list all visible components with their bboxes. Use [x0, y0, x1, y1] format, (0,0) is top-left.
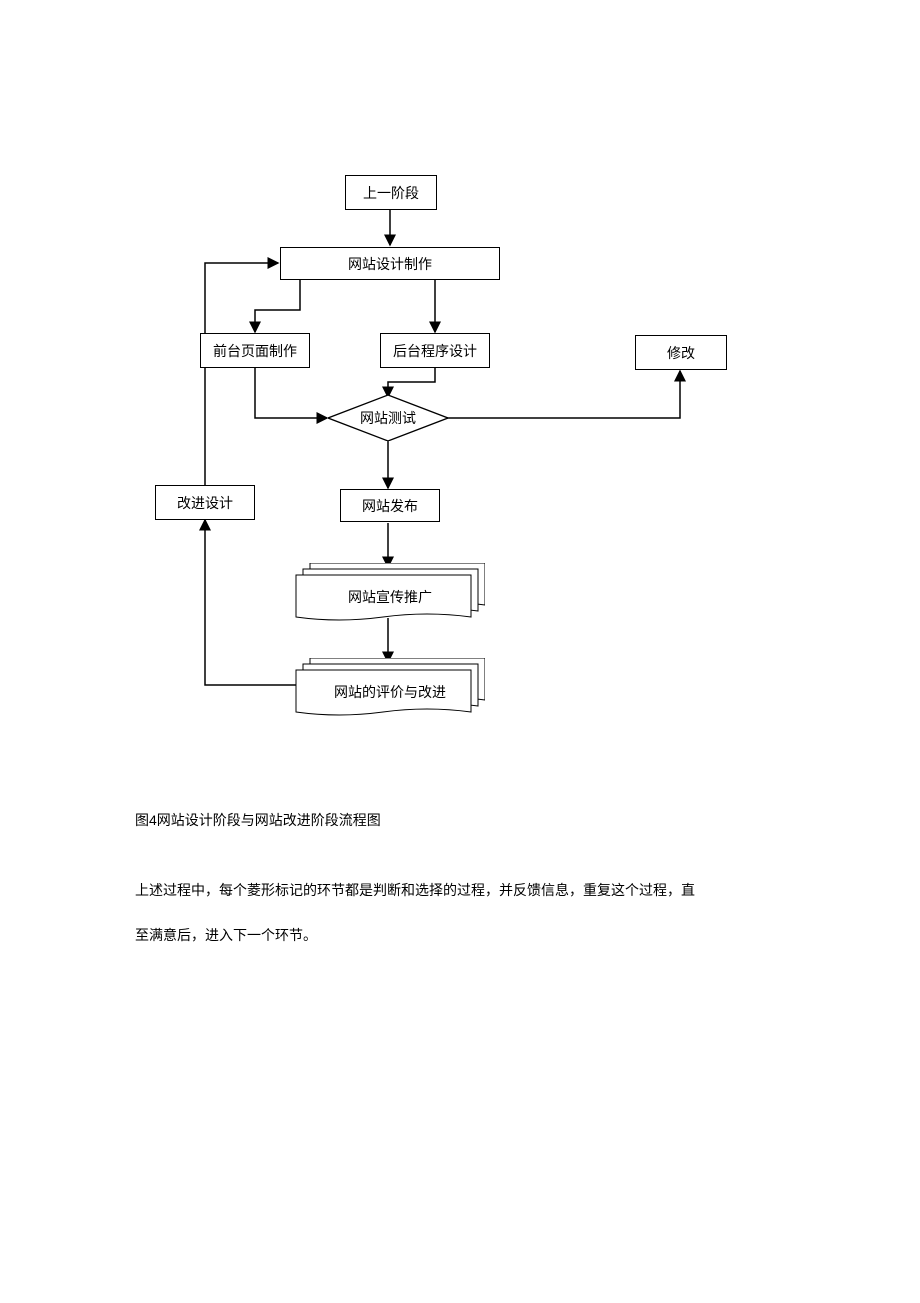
- node-improve-design: 改进设计: [155, 485, 255, 520]
- node-prev-stage: 上一阶段: [345, 175, 437, 210]
- node-modify: 修改: [635, 335, 727, 370]
- node-evaluate: 网站的评价与改进: [300, 662, 480, 717]
- flowchart-diagram: 上一阶段 网站设计制作 前台页面制作 后台程序设计 修改 网站测试 改进设计 网…: [135, 175, 785, 755]
- node-label: 前台页面制作: [213, 341, 297, 361]
- node-publish: 网站发布: [340, 489, 440, 522]
- figure-caption: 图4网站设计阶段与网站改进阶段流程图: [135, 810, 381, 830]
- node-test-decision: 网站测试: [328, 395, 448, 441]
- paragraph-line1: 上述过程中，每个菱形标记的环节都是判断和选择的过程，并反馈信息，重复这个过程，直: [135, 880, 695, 900]
- node-label: 网站设计制作: [348, 254, 432, 274]
- node-frontend: 前台页面制作: [200, 333, 310, 368]
- node-label: 上一阶段: [363, 183, 419, 203]
- node-label: 后台程序设计: [393, 341, 477, 361]
- node-label: 网站测试: [360, 408, 416, 428]
- node-design-make: 网站设计制作: [280, 247, 500, 280]
- node-backend: 后台程序设计: [380, 333, 490, 368]
- node-label: 改进设计: [177, 493, 233, 513]
- node-label: 网站的评价与改进: [300, 682, 480, 702]
- node-label: 修改: [667, 343, 695, 363]
- node-promote: 网站宣传推广: [300, 567, 480, 622]
- node-label: 网站发布: [362, 496, 418, 516]
- node-label: 网站宣传推广: [300, 587, 480, 607]
- paragraph-line2: 至满意后，进入下一个环节。: [135, 925, 317, 945]
